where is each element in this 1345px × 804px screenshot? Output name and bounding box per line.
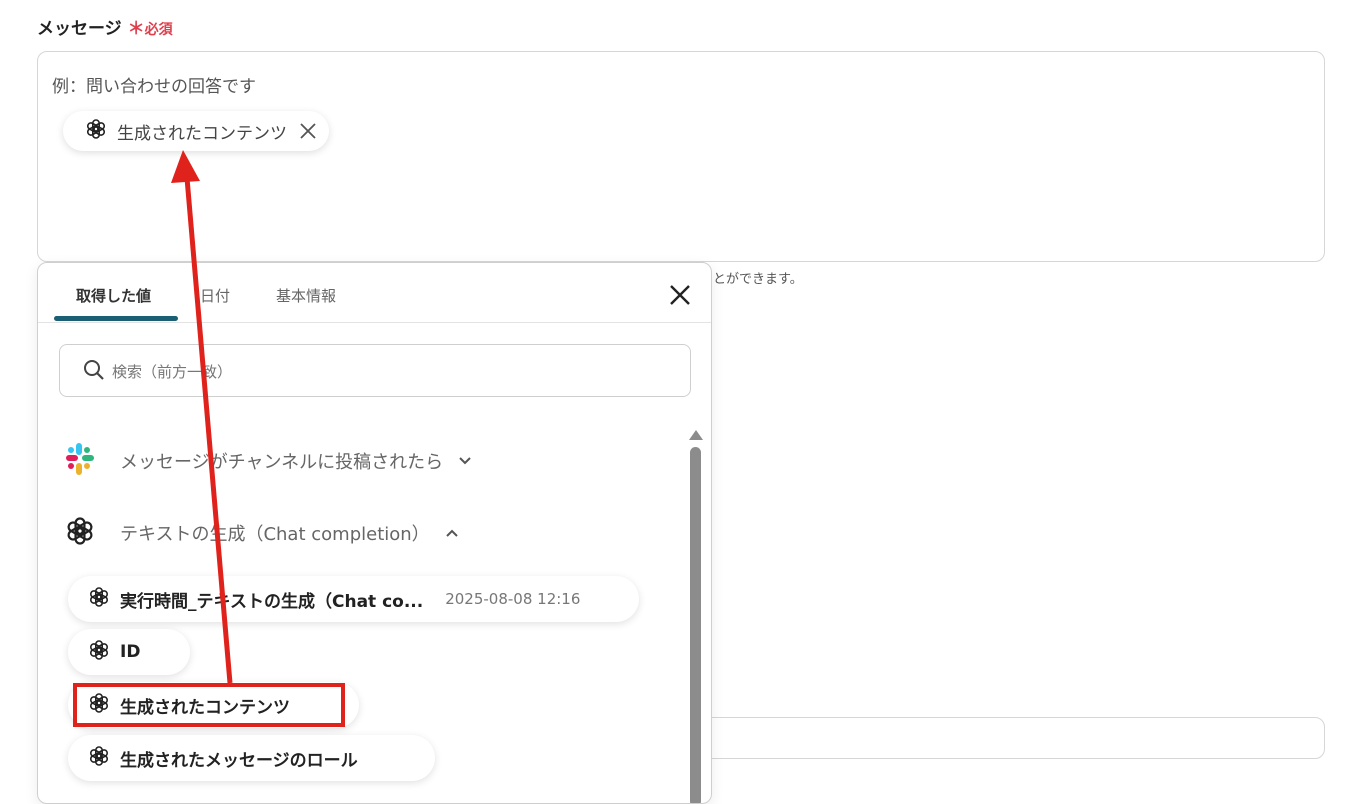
message-placeholder: 例：問い合わせの回答です	[52, 77, 256, 97]
tab-basic-info[interactable]: 基本情報	[276, 285, 336, 306]
chevron-up-icon[interactable]	[444, 525, 460, 541]
message-textarea[interactable]: 例：問い合わせの回答です 生成されたコンテンツ	[37, 51, 1325, 262]
inserted-chip-label: 生成されたコンテンツ	[117, 123, 287, 144]
tab-acquired-values[interactable]: 取得した値	[76, 285, 151, 306]
required-text: 必須	[144, 22, 173, 38]
item-label: 生成されたメッセージのロール	[120, 750, 358, 771]
hint-text: とができます。	[713, 272, 803, 287]
search-input[interactable]: 検索（前方一致）	[59, 344, 691, 397]
next-input-field[interactable]	[700, 717, 1325, 759]
value-item-execution-time[interactable]: 実行時間_テキストの生成（Chat co... 2025-08-08 12:16	[68, 576, 639, 622]
message-label: メッセージ ＊必須	[37, 14, 173, 39]
search-placeholder: 検索（前方一致）	[112, 363, 233, 381]
openai-icon	[88, 586, 110, 612]
slack-icon	[62, 441, 98, 481]
required-mark: ＊	[127, 19, 145, 39]
value-item-generated-role[interactable]: 生成されたメッセージのロール	[68, 735, 435, 781]
item-label: 実行時間_テキストの生成（Chat co...	[120, 591, 424, 612]
openai-icon	[85, 118, 107, 144]
value-item-id[interactable]: ID	[68, 629, 190, 675]
popup-tabs: 取得した値 日付 基本情報	[38, 263, 711, 323]
scroll-up-arrow-icon[interactable]	[688, 426, 704, 445]
tab-date[interactable]: 日付	[200, 285, 230, 306]
search-icon	[83, 359, 105, 385]
openai-icon	[62, 513, 98, 553]
chevron-down-icon[interactable]	[457, 453, 473, 469]
openai-icon	[88, 745, 110, 771]
active-tab-indicator	[54, 316, 178, 321]
group-label-slack: メッセージがチャンネルに投稿されたら	[120, 452, 444, 473]
group-label-chat-completion: テキストの生成（Chat completion）	[120, 524, 430, 545]
item-label: ID	[120, 642, 141, 662]
message-label-text: メッセージ	[37, 19, 122, 39]
popup-close-icon[interactable]	[668, 283, 692, 311]
annotation-highlight-box	[73, 683, 345, 727]
item-date: 2025-08-08 12:16	[445, 590, 581, 608]
openai-icon	[88, 639, 110, 665]
close-icon[interactable]	[299, 122, 317, 140]
group-slack-trigger[interactable]: メッセージがチャンネルに投稿されたら	[62, 441, 473, 481]
inserted-value-chip[interactable]: 生成されたコンテンツ	[63, 111, 329, 151]
scrollbar-thumb[interactable]	[690, 447, 701, 803]
group-chat-completion[interactable]: テキストの生成（Chat completion）	[62, 513, 460, 553]
